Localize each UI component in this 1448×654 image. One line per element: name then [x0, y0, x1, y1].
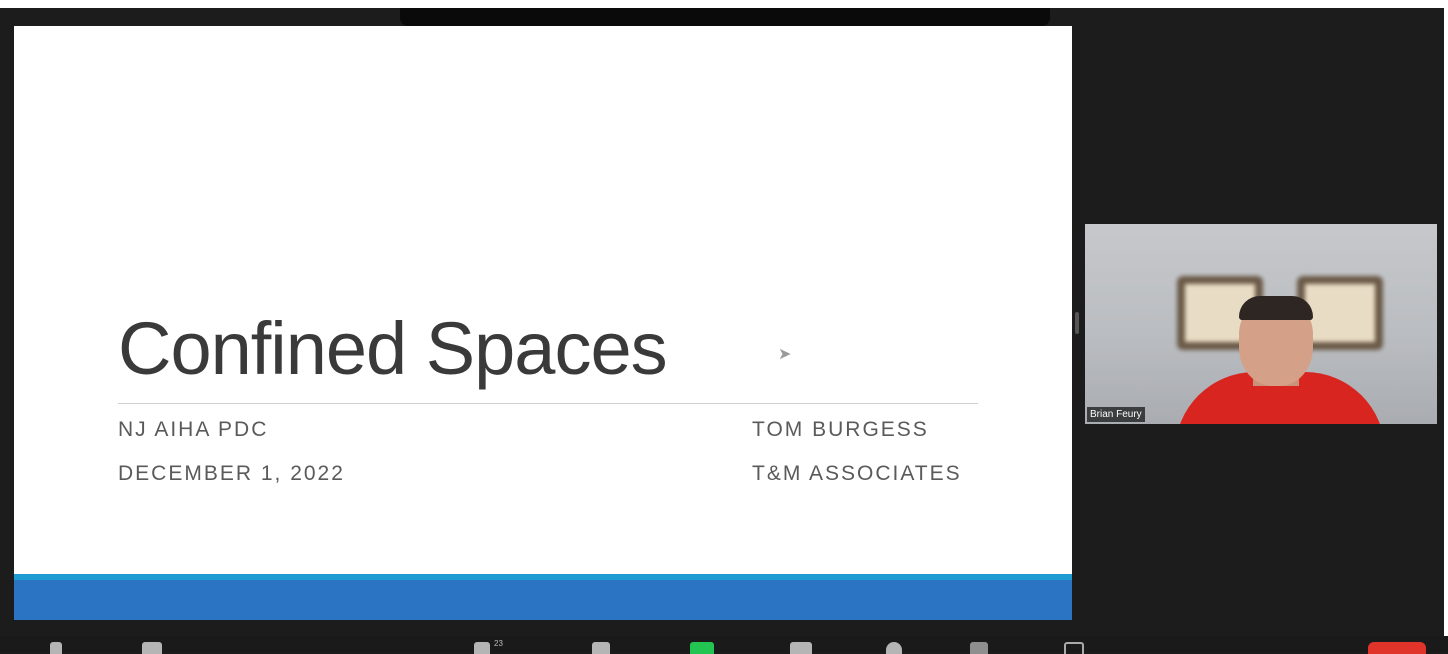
slide-title: Confined Spaces	[118, 307, 668, 390]
record-icon[interactable]	[790, 642, 812, 654]
shared-screen: Confined Spaces ➤ NJ AIHA PDC DECEMBER 1…	[14, 26, 1072, 620]
slide-footer-band	[14, 580, 1072, 620]
participant-name-label: Brian Feury	[1087, 407, 1145, 422]
video-camera-icon[interactable]	[142, 642, 162, 654]
meeting-toolbar: 23	[0, 636, 1448, 654]
whiteboard-icon[interactable]	[1064, 642, 1084, 654]
panel-splitter-handle[interactable]	[1075, 312, 1079, 334]
slide-date: DECEMBER 1, 2022	[118, 462, 345, 485]
screen-share-top-bar[interactable]	[400, 8, 1050, 26]
slide-company: T&M ASSOCIATES	[752, 462, 962, 485]
microphone-icon[interactable]	[50, 642, 62, 654]
apps-icon[interactable]	[970, 642, 988, 654]
participant-video-tile[interactable]: Brian Feury	[1085, 224, 1437, 424]
participant-hair	[1239, 296, 1313, 320]
mouse-cursor-icon: ➤	[778, 346, 792, 363]
participants-count: 23	[494, 639, 503, 648]
chat-icon[interactable]	[592, 642, 610, 654]
window-top-edge	[0, 0, 1448, 8]
slide-presenter: TOM BURGESS	[752, 418, 929, 441]
window-right-edge	[1444, 0, 1448, 652]
end-meeting-button[interactable]	[1368, 642, 1426, 654]
meeting-window: Confined Spaces ➤ NJ AIHA PDC DECEMBER 1…	[0, 0, 1448, 654]
share-screen-icon[interactable]	[690, 642, 714, 654]
slide-organization: NJ AIHA PDC	[118, 418, 269, 441]
reactions-icon[interactable]	[886, 642, 902, 654]
participants-icon[interactable]	[474, 642, 490, 654]
slide-divider	[118, 403, 978, 404]
